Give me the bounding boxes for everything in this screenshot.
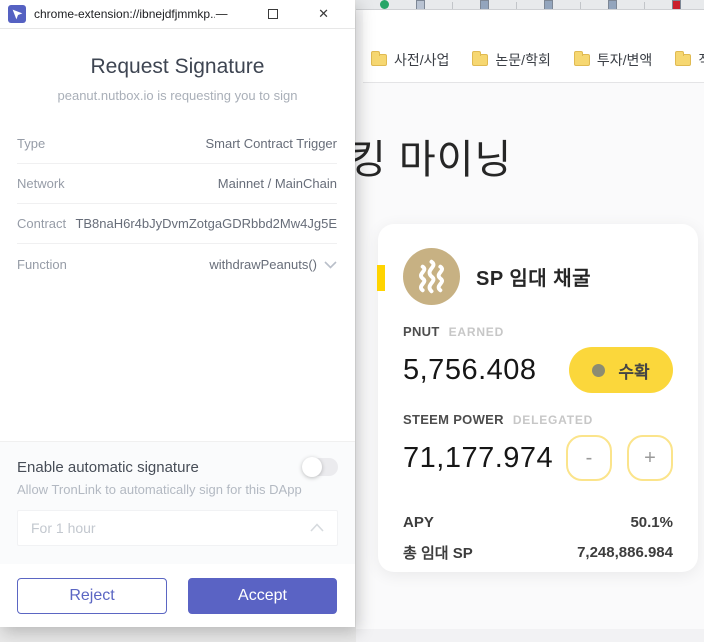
earned-value-row: 5,756.408 수확 — [403, 347, 673, 393]
duration-selected-value: For 1 hour — [31, 520, 96, 536]
card-accent-bar — [377, 265, 385, 291]
contract-row: Contract TB8naH6r4bJyDvmZotgaGDRbbd2Mw4J… — [17, 204, 337, 244]
chevron-down-icon[interactable] — [324, 257, 337, 272]
minimize-button[interactable]: — — [215, 8, 228, 21]
delegated-value: 71,177.974 — [403, 441, 554, 474]
auto-signature-row: Enable automatic signature — [17, 457, 338, 477]
accept-button[interactable]: Accept — [188, 577, 337, 614]
maximize-button[interactable] — [268, 9, 279, 19]
popup-header: Request Signature peanut.nutbox.io is re… — [0, 55, 355, 103]
bookmark-label: 직구 — [698, 50, 704, 70]
request-details: Type Smart Contract Trigger Network Main… — [17, 124, 337, 284]
bookmarks-bar: 사전/사업 논문/학회 투자/변액 직구 — [363, 10, 704, 83]
page-title: 킹 마이닝 — [349, 138, 513, 182]
harvest-button[interactable]: 수확 — [569, 347, 673, 393]
harvest-button-label: 수확 — [618, 362, 650, 382]
bookmark-label: 논문/학회 — [495, 52, 551, 68]
tronlink-icon — [8, 5, 26, 23]
request-signature-title: Request Signature — [90, 55, 265, 78]
network-label: Network — [17, 176, 65, 191]
earned-label-row: PNUT EARNED — [403, 324, 673, 339]
tronlink-popup-window: chrome-extension://ibnejdfjmmkp... — ✕ R… — [0, 0, 355, 627]
tab-separator — [452, 2, 453, 9]
mining-card: SP 임대 채굴 PNUT EARNED 5,756.408 수확 STEEM … — [377, 224, 698, 572]
earned-value: 5,756.408 — [403, 353, 537, 386]
total-sp-value: 7,248,886.984 — [577, 543, 673, 561]
auto-signature-toggle[interactable] — [302, 457, 338, 477]
total-sp-row: 총 임대 SP 7,248,886.984 — [403, 537, 673, 567]
bookmark-label: 사전/사업 — [394, 52, 450, 68]
network-value: Mainnet / MainChain — [217, 176, 337, 191]
duration-select[interactable]: For 1 hour — [17, 510, 338, 546]
decrease-delegation-button[interactable]: - — [566, 435, 612, 481]
tab-favicon[interactable] — [544, 0, 553, 9]
tab-separator — [580, 2, 581, 9]
screen: 사전/사업 논문/학회 투자/변액 직구 킹 마이닝 — [0, 0, 704, 642]
type-row: Type Smart Contract Trigger — [17, 124, 337, 164]
close-button[interactable]: ✕ — [318, 8, 329, 21]
toggle-knob — [302, 457, 322, 477]
delegation-steppers: - + — [566, 435, 673, 481]
apy-value: 50.1% — [630, 513, 673, 531]
card-stats: APY 50.1% 총 임대 SP 7,248,886.984 — [403, 507, 673, 567]
bookmark-folder[interactable]: 논문/학회 — [468, 48, 554, 72]
contract-label: Contract — [17, 216, 67, 231]
chevron-up-icon — [310, 519, 324, 537]
steem-logo-icon — [403, 248, 460, 305]
auto-signature-section: Enable automatic signature Allow TronLin… — [0, 441, 355, 564]
delegated-sublabel: DELEGATED — [512, 413, 594, 427]
card-title: SP 임대 채굴 — [476, 268, 592, 290]
auto-signature-title: Enable automatic signature — [17, 458, 199, 476]
folder-icon — [472, 51, 489, 66]
page-footer — [356, 629, 704, 642]
delegated-label: STEEM POWER — [403, 412, 504, 427]
tab-strip[interactable] — [356, 0, 704, 10]
popup-actions: Reject Accept — [0, 564, 355, 627]
delegated-value-row: 71,177.974 - + — [403, 435, 673, 481]
bookmark-label: 투자/변액 — [596, 52, 653, 68]
apy-label: APY — [403, 513, 434, 531]
window-controls: — ✕ — [215, 8, 343, 21]
auto-signature-description: Allow TronLink to automatically sign for… — [17, 482, 302, 497]
tab-favicon[interactable] — [416, 0, 425, 9]
contract-value: TB8naH6r4bJyDvmZotgaGDRbbd2Mw4Jg5E — [75, 216, 337, 231]
earned-sublabel: EARNED — [448, 325, 505, 339]
function-value: withdrawPeanuts() — [209, 257, 337, 272]
type-label: Type — [17, 136, 46, 151]
apy-row: APY 50.1% — [403, 507, 673, 537]
window-title: chrome-extension://ibnejdfjmmkp... — [34, 7, 216, 21]
folder-icon — [573, 51, 590, 66]
tab-separator — [644, 2, 645, 9]
folder-icon — [371, 51, 387, 66]
function-label: Function — [17, 256, 67, 272]
bookmark-folder[interactable]: 직구 — [671, 48, 704, 72]
function-row: Function withdrawPeanuts() — [17, 244, 337, 284]
earned-label: PNUT — [403, 324, 440, 339]
bookmark-folder[interactable]: 사전/사업 — [367, 48, 453, 72]
tab-favicon[interactable] — [608, 0, 617, 9]
popup-titlebar: chrome-extension://ibnejdfjmmkp... — ✕ — [0, 0, 355, 29]
total-sp-label: 총 임대 SP — [403, 544, 473, 562]
tab-separator — [516, 2, 517, 9]
reject-button[interactable]: Reject — [17, 577, 167, 614]
tab-favicon[interactable] — [672, 0, 681, 9]
type-value: Smart Contract Trigger — [205, 136, 338, 151]
tab-favicon[interactable] — [380, 0, 389, 9]
browser-page: 사전/사업 논문/학회 투자/변액 직구 킹 마이닝 — [349, 0, 704, 642]
card-header: SP 임대 채굴 — [403, 248, 673, 305]
tab-favicon[interactable] — [480, 0, 489, 9]
function-value-text: withdrawPeanuts() — [209, 256, 317, 272]
network-row: Network Mainnet / MainChain — [17, 164, 337, 204]
increase-delegation-button[interactable]: + — [627, 435, 673, 481]
loading-dot-icon — [592, 363, 606, 377]
folder-icon — [675, 51, 692, 66]
request-origin-subtitle: peanut.nutbox.io is requesting you to si… — [57, 88, 298, 103]
delegated-label-row: STEEM POWER DELEGATED — [403, 412, 673, 427]
bookmark-folder[interactable]: 투자/변액 — [570, 48, 656, 72]
